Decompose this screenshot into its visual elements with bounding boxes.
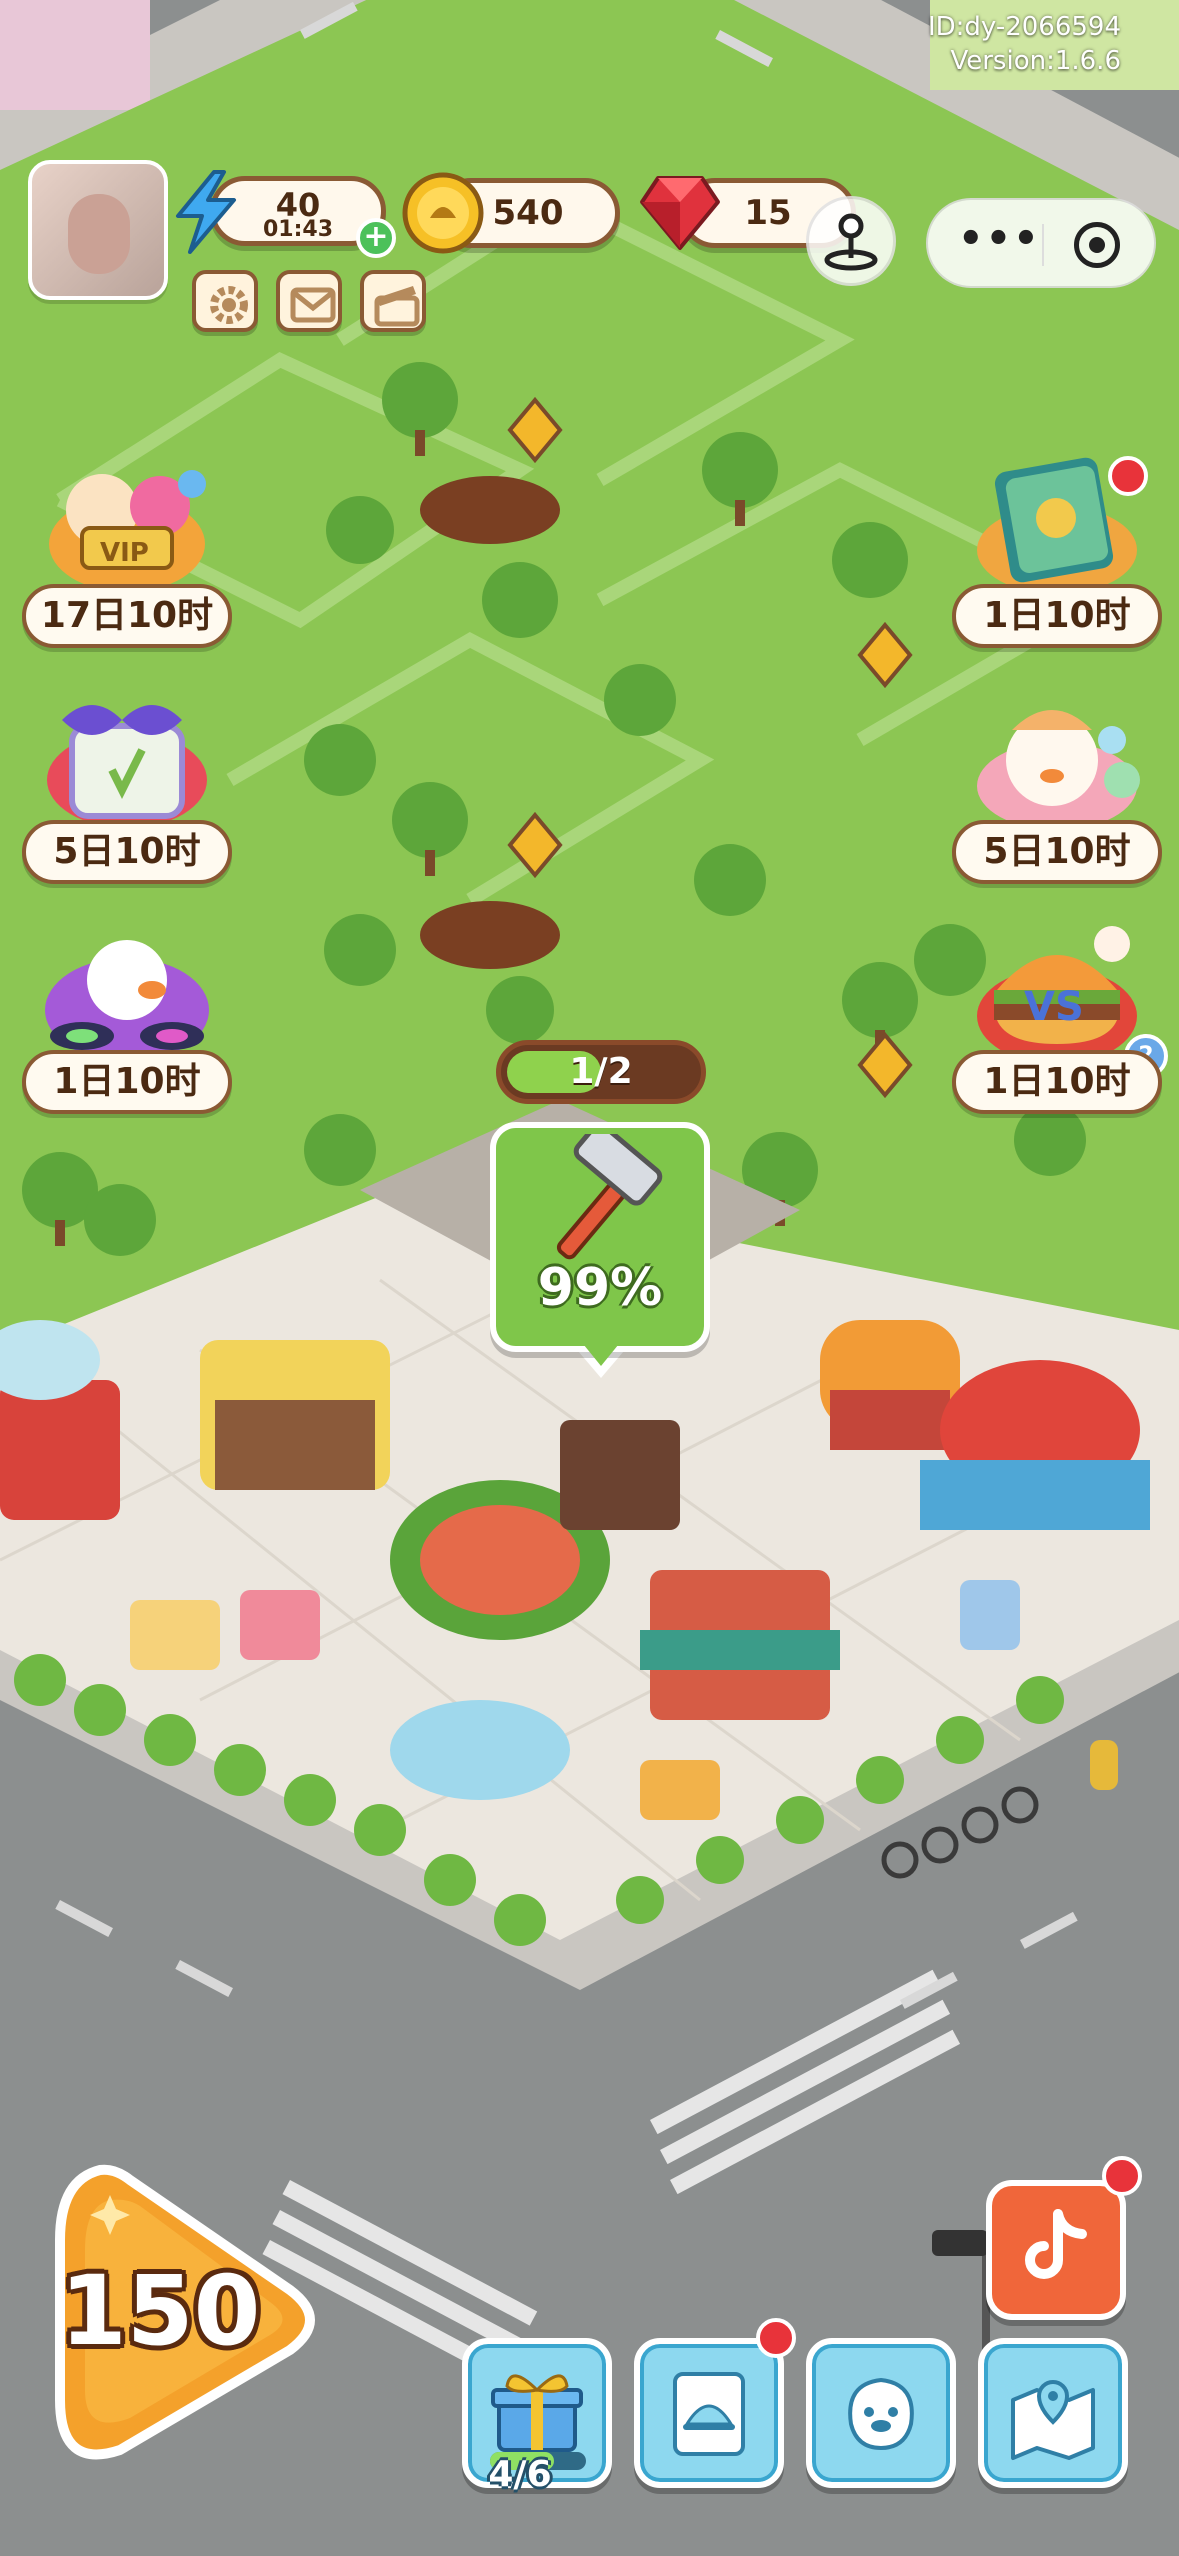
book-notification-dot [1108, 456, 1148, 496]
map-pin-icon [1011, 2379, 1095, 2460]
tiktok-button[interactable] [986, 2156, 1142, 2320]
capsule-divider [1042, 224, 1044, 266]
build-progress-bubble[interactable]: 99% [490, 1122, 710, 1352]
mini-program-capsule: ••• [926, 198, 1156, 288]
map-pin-button[interactable] [806, 196, 896, 286]
mail-button[interactable] [276, 270, 342, 332]
more-menu-button[interactable]: ••• [958, 216, 1041, 262]
vip-cat-icon [49, 470, 206, 592]
gem-icon [640, 176, 720, 250]
joystick-pin-icon [824, 213, 878, 271]
cloche-menu-icon [673, 2372, 745, 2456]
add-energy-button[interactable]: + [356, 218, 396, 258]
event-duck-bath[interactable]: 5日10时 [952, 690, 1162, 890]
hammer-icon [556, 1134, 663, 1260]
cake-bow-icon [47, 705, 207, 828]
tiktok-notification-dot [1102, 2156, 1142, 2196]
duck-bath-timer: 5日10时 [952, 820, 1162, 884]
menu-button[interactable] [634, 2318, 796, 2488]
duck-face-icon [848, 2377, 914, 2451]
video-button[interactable] [360, 270, 426, 332]
player-avatar[interactable] [28, 160, 168, 300]
event-vip[interactable]: VIP 17日10时 [22, 454, 232, 654]
version-text: Version:1.6.6 [950, 46, 1121, 76]
pet-button[interactable] [806, 2338, 956, 2488]
play-level-count: 150 [60, 2255, 261, 2367]
settings-button[interactable] [192, 270, 258, 332]
menu-notification-dot [756, 2318, 796, 2358]
book-timer: 1日10时 [952, 584, 1162, 648]
quest-progress-bar[interactable]: 1/2 [496, 1040, 706, 1104]
close-program-button[interactable] [1074, 222, 1120, 268]
quest-progress-text: 1/2 [569, 1051, 633, 1092]
mail-icon [290, 287, 336, 323]
coin-icon [402, 172, 484, 254]
gift-box-icon [491, 2374, 583, 2452]
dj-timer: 1日10时 [22, 1050, 232, 1114]
cake-timer: 5日10时 [22, 820, 232, 884]
event-book[interactable]: 1日10时 [952, 454, 1162, 654]
burger-vs-timer: 1日10时 [952, 1050, 1162, 1114]
build-progress-percent: 99% [537, 1258, 663, 1318]
gear-icon [210, 286, 248, 324]
gift-progress-text: 4/6 [488, 2454, 552, 2495]
vip-timer: 17日10时 [22, 584, 232, 648]
tiktok-icon [1025, 2209, 1087, 2279]
lightning-icon [176, 170, 236, 254]
player-id-text: ID:dy-2066594 [927, 12, 1121, 42]
event-dj[interactable]: 1日10时 [22, 920, 232, 1120]
event-cake[interactable]: 5日10时 [22, 690, 232, 890]
vip-badge: VIP [100, 538, 149, 568]
build-bubble-tail-inner [575, 1334, 627, 1366]
dj-duck-icon [45, 940, 209, 1060]
event-burger-vs[interactable]: VS 2 1日10时 [952, 920, 1168, 1120]
avatar-face [68, 194, 130, 274]
vs-badge: VS [1024, 984, 1084, 1030]
duck-bath-icon [977, 710, 1140, 830]
clapperboard-icon [374, 286, 420, 327]
map-button[interactable] [978, 2338, 1128, 2488]
